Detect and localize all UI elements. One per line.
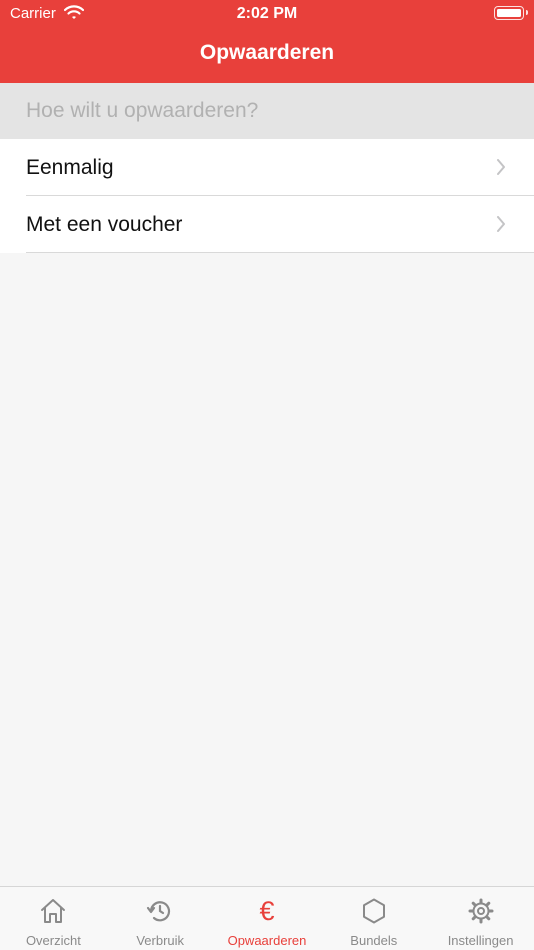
option-voucher[interactable]: Met een voucher bbox=[0, 196, 534, 253]
tab-verbruik[interactable]: Verbruik bbox=[107, 887, 214, 950]
tab-opwaarderen[interactable]: € Opwaarderen bbox=[214, 887, 321, 950]
navigation-header: Carrier 2:02 PM Opwaarderen bbox=[0, 0, 534, 83]
chevron-right-icon bbox=[496, 159, 506, 180]
status-bar: Carrier 2:02 PM bbox=[0, 0, 534, 28]
tab-label: Instellingen bbox=[447, 933, 514, 948]
section-header: Hoe wilt u opwaarderen? bbox=[0, 83, 534, 139]
chevron-right-icon bbox=[496, 216, 506, 237]
tab-bar: Overzicht Verbruik € Opwaarderen Bundels bbox=[0, 886, 534, 950]
tab-label: Bundels bbox=[350, 933, 398, 948]
history-icon bbox=[107, 897, 214, 925]
option-label: Eenmalig bbox=[26, 156, 114, 179]
status-time: 2:02 PM bbox=[236, 5, 298, 22]
gear-icon bbox=[427, 897, 534, 925]
home-icon bbox=[0, 897, 107, 925]
hexagon-icon bbox=[320, 897, 427, 925]
tab-label: Verbruik bbox=[136, 933, 185, 948]
option-eenmalig[interactable]: Eenmalig bbox=[0, 139, 534, 196]
page-title: Opwaarderen bbox=[199, 41, 335, 64]
tab-bundels[interactable]: Bundels bbox=[320, 887, 427, 950]
tab-label: Overzicht bbox=[25, 933, 81, 948]
option-label: Met een voucher bbox=[26, 213, 183, 236]
tab-overzicht[interactable]: Overzicht bbox=[0, 887, 107, 950]
tab-instellingen[interactable]: Instellingen bbox=[427, 887, 534, 950]
tab-label: Opwaarderen bbox=[227, 933, 307, 948]
row-divider bbox=[26, 252, 534, 253]
battery-icon bbox=[494, 6, 528, 20]
euro-icon: € bbox=[259, 896, 275, 926]
